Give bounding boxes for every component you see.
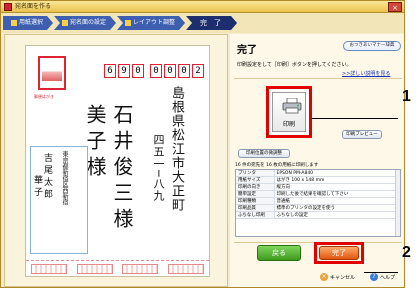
app-window: 宛名面を作る × 用紙選択 宛名面の設定 レイアウト調整 完 了 郵便はがき 6… (0, 0, 405, 288)
cancel-button[interactable]: × キャンセル (320, 273, 355, 281)
callout-1: 1 (402, 88, 411, 105)
table-row: 印刷品質 標準のプリンタの設定を使う (236, 204, 400, 212)
postcard: 郵便はがき 6 9 0 0 0 0 2 島根県松江市大正町 四五一─八九 石井俊… (25, 45, 210, 277)
printer-icon (282, 98, 302, 114)
window-title: 宛名面を作る (15, 3, 52, 10)
wizard-steps: 用紙選択 宛名面の設定 レイアウト調整 完 了 (1, 13, 404, 33)
postal-code-boxes: 6 9 0 0 0 0 2 (104, 64, 204, 78)
recipient-name-1: 石井俊三様 (110, 104, 134, 234)
done-button-highlight: 完了 (314, 242, 364, 264)
postal-digit: 0 (164, 64, 176, 78)
step-paper-select[interactable]: 用紙選択 (3, 16, 53, 30)
step-complete[interactable]: 完 了 (186, 16, 237, 30)
step-icon (125, 20, 131, 26)
complete-panel: 完了 おつきあいマナー辞典 印刷設定をして［印刷］ボタンを押してください。 >>… (230, 34, 404, 287)
sender-address: 東京都新宿区西新宿 (61, 151, 68, 205)
step-address-settings[interactable]: 宛名面の設定 (54, 16, 116, 30)
lottery-number-strip (26, 260, 209, 276)
postal-digit: 6 (104, 64, 116, 78)
step-layout-adjust[interactable]: レイアウト調整 (117, 16, 185, 30)
help-icon: ? (370, 273, 378, 281)
callout-2: 2 (402, 244, 411, 261)
step-icon (11, 20, 17, 26)
detail-link[interactable]: >>詳しい説明を見る (342, 70, 390, 77)
table-row: 用紙サイズ はがき 100 x 148 mm (236, 176, 400, 184)
panel-title: 完了 (237, 45, 257, 56)
recipient-address-line-2: 四五一─八九 (152, 134, 165, 202)
divider (234, 78, 402, 79)
table-row: ふちなし印刷 ふちなしの設定 (236, 211, 400, 219)
postal-digit: 0 (132, 64, 144, 78)
sender-name-2: 華子 (32, 175, 42, 199)
back-button[interactable]: 戻る (257, 245, 301, 261)
postcard-preview-pane: 郵便はがき 6 9 0 0 0 0 2 島根県松江市大正町 四五一─八九 石井俊… (4, 34, 228, 287)
postal-digit: 2 (192, 64, 204, 78)
callout-line-1 (312, 118, 398, 119)
help-button[interactable]: ? ヘルプ (370, 273, 395, 281)
print-button-label: 印刷 (282, 121, 295, 128)
close-button[interactable]: × (388, 2, 402, 12)
recipient-address-line-1: 島根県松江市大正町 (169, 86, 184, 212)
cancel-icon: × (320, 273, 328, 281)
print-settings-list[interactable]: プリンタ EPSON PM-A840 用紙サイズ はがき 100 x 148 mm … (235, 169, 401, 237)
postal-digit: 0 (150, 64, 162, 78)
table-row: 印刷の向き 縦方向 (236, 183, 400, 191)
table-row: 簡単設定 印刷した後で結果を確認して下さい (236, 190, 400, 198)
app-icon (4, 3, 12, 11)
table-row: 印刷種類 普通紙 (236, 197, 400, 205)
manner-dictionary-button[interactable]: おつきあいマナー辞典 (343, 41, 401, 51)
done-button[interactable]: 完了 (319, 246, 359, 260)
step-icon (62, 20, 68, 26)
title-bar: 宛名面を作る × (1, 1, 404, 13)
sender-area: 東京都新宿区西新宿 吉尾太郎 華子 (30, 146, 88, 254)
sender-name-1: 吉尾太郎 (42, 153, 52, 201)
postal-digit: 9 (118, 64, 130, 78)
callout-line-2 (364, 272, 398, 273)
instruction-text: 印刷設定をして［印刷］ボタンを押してください。 (237, 62, 352, 68)
stamp-image (38, 56, 66, 90)
print-summary: 16 件の宛先を 16 枚の用紙に印刷します (235, 163, 319, 168)
print-preview-button[interactable]: 印刷プレビュー (342, 130, 382, 139)
print-button[interactable]: 印刷 (266, 86, 312, 138)
postal-digit: 0 (178, 64, 190, 78)
print-position-adjust-button[interactable]: 印刷位置の微調整 (238, 149, 290, 158)
settings-scrollbar[interactable] (395, 170, 400, 236)
stamp-label: 郵便はがき (34, 94, 54, 99)
